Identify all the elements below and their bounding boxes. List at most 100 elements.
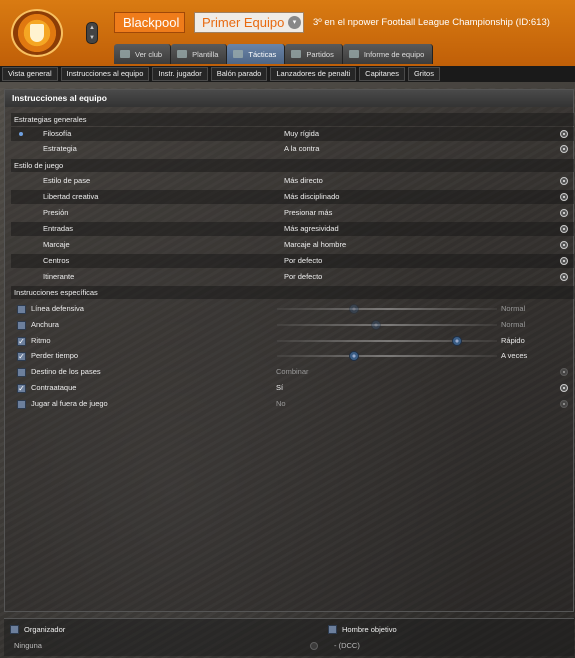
instruction-row-marcaje[interactable]: Marcaje Marcaje al hombre xyxy=(11,238,574,252)
row-label: Perder tiempo xyxy=(31,351,79,360)
subnav-vista-general[interactable]: Vista general xyxy=(2,67,58,81)
options-icon[interactable] xyxy=(560,273,568,281)
tab-informe-de-equipo[interactable]: Informe de equipo xyxy=(342,44,434,64)
row-value: Por defecto xyxy=(284,272,323,281)
instruction-row-entradas[interactable]: Entradas Más agresividad xyxy=(11,222,574,236)
checkbox[interactable] xyxy=(17,368,26,377)
report-icon xyxy=(348,50,359,58)
options-icon[interactable] xyxy=(560,209,568,217)
options-icon[interactable] xyxy=(560,384,568,392)
options-icon[interactable] xyxy=(560,257,568,265)
instruction-row-estilo-pase[interactable]: Estilo de pase Más directo xyxy=(11,174,574,188)
slider-knob[interactable] xyxy=(371,320,381,330)
tab-label: Ver club xyxy=(135,49,163,59)
instruction-row-libertad-creativa[interactable]: Libertad creativa Más disciplinado xyxy=(11,190,574,204)
checkbox[interactable] xyxy=(17,400,26,409)
slider-track[interactable] xyxy=(277,304,497,314)
row-value: Por defecto xyxy=(284,256,323,265)
options-icon[interactable] xyxy=(560,368,568,376)
target-man-value: - (DCC) xyxy=(334,641,360,650)
target-man-checkbox[interactable] xyxy=(328,625,337,634)
section-specific-instructions: Instrucciones específicas xyxy=(11,286,574,299)
instruction-row-presion[interactable]: Presión Presionar más xyxy=(11,206,574,220)
slider-knob[interactable] xyxy=(452,336,463,346)
checkbox[interactable]: ✓ xyxy=(17,337,26,346)
league-position-text: 3º en el npower Football League Champion… xyxy=(313,17,550,28)
row-label: Libertad creativa xyxy=(43,192,99,201)
slider-track[interactable] xyxy=(277,320,497,330)
row-label: Jugar al fuera de juego xyxy=(31,399,108,408)
tab-label: Partidos xyxy=(306,49,334,59)
club-stepper-icon[interactable]: ▲ ▼ xyxy=(86,22,98,44)
instruction-row-centros[interactable]: Centros Por defecto xyxy=(11,254,574,268)
organizer-options-icon[interactable] xyxy=(310,642,318,650)
tab-plantilla[interactable]: Plantilla xyxy=(171,44,228,64)
target-man-label: Hombre objetivo xyxy=(342,625,397,634)
tactics-subnav: Vista general Instrucciones al equipo In… xyxy=(0,66,575,82)
row-value: A la contra xyxy=(284,144,320,153)
option-row-destino-pases: Destino de los pases Combinar xyxy=(11,365,574,379)
options-icon[interactable] xyxy=(560,130,568,138)
row-value: Más agresividad xyxy=(284,224,339,233)
subnav-capitanes[interactable]: Capitanes xyxy=(359,67,405,81)
slider-track[interactable] xyxy=(277,351,497,361)
row-value: Más disciplinado xyxy=(284,192,340,201)
tactics-icon xyxy=(233,50,244,58)
organizer-value: Ninguna xyxy=(14,641,42,650)
row-label: Ritmo xyxy=(31,336,51,345)
slider-knob[interactable] xyxy=(349,351,359,361)
row-label: Anchura xyxy=(31,320,59,329)
dropdown-icon[interactable]: ▾ xyxy=(288,16,301,29)
section-playing-style: Estilo de juego xyxy=(11,159,574,172)
row-label: Estrategia xyxy=(43,144,77,153)
option-row-fuera-de-juego: Jugar al fuera de juego No xyxy=(11,397,574,411)
row-label: Marcaje xyxy=(43,240,70,249)
row-label: Presión xyxy=(43,208,69,217)
subnav-gritos[interactable]: Gritos xyxy=(407,67,440,81)
team-instructions-panel: Instrucciones al equipo Estrategias gene… xyxy=(4,89,574,612)
club-icon xyxy=(120,50,130,58)
instruction-row-filosofia[interactable]: Filosofía Muy rígida xyxy=(11,127,574,141)
instruction-row-itinerante[interactable]: Itinerante Por defecto xyxy=(11,270,574,284)
squad-icon xyxy=(177,50,188,58)
slider-row-anchura: Anchura Normal xyxy=(11,318,574,332)
calendar-icon xyxy=(291,50,302,58)
instruction-row-estrategia[interactable]: Estrategia A la contra xyxy=(11,142,574,156)
row-label: Itinerante xyxy=(43,272,75,281)
subnav-instrucciones-equipo[interactable]: Instrucciones al equipo xyxy=(60,67,150,81)
tab-ver-club[interactable]: Ver club xyxy=(114,44,172,64)
subnav-instr-jugador[interactable]: Instr. jugador xyxy=(152,67,208,81)
option-row-contraataque: ✓ Contraataque Sí xyxy=(11,381,574,395)
checkbox[interactable] xyxy=(17,321,26,330)
checkbox[interactable]: ✓ xyxy=(17,352,26,361)
slider-row-ritmo: ✓ Ritmo Rápido xyxy=(11,334,574,348)
options-icon[interactable] xyxy=(560,225,568,233)
row-label: Línea defensiva xyxy=(31,304,84,313)
row-value: Muy rígida xyxy=(284,129,320,138)
options-icon[interactable] xyxy=(560,241,568,249)
subnav-balon-parado[interactable]: Balón parado xyxy=(210,67,268,81)
team-selector[interactable]: Primer Equipo ▾ xyxy=(194,12,304,33)
main-nav-tabs: Ver club Plantilla Tácticas Partidos Inf… xyxy=(114,44,434,64)
row-label: Filosofía xyxy=(43,129,72,138)
slider-track[interactable] xyxy=(277,336,497,346)
row-value: Más directo xyxy=(284,176,323,185)
row-label: Destino de los pases xyxy=(31,367,101,376)
options-icon[interactable] xyxy=(560,193,568,201)
subnav-lanzadores-penalti[interactable]: Lanzadores de penalti xyxy=(270,67,357,81)
checkbox[interactable]: ✓ xyxy=(17,384,26,393)
club-name-button[interactable]: Blackpool xyxy=(114,12,185,33)
team-selector-label: Primer Equipo xyxy=(202,15,285,30)
options-icon[interactable] xyxy=(560,145,568,153)
row-label: Contraataque xyxy=(31,383,77,392)
slider-value: Normal xyxy=(501,320,526,329)
tab-label: Plantilla xyxy=(192,49,219,59)
organizer-checkbox[interactable] xyxy=(10,625,19,634)
tab-label: Tácticas xyxy=(248,49,277,59)
slider-knob[interactable] xyxy=(349,304,359,314)
tab-tacticas[interactable]: Tácticas xyxy=(227,44,286,64)
options-icon[interactable] xyxy=(560,177,568,185)
checkbox[interactable] xyxy=(17,305,26,314)
tab-partidos[interactable]: Partidos xyxy=(285,44,343,64)
options-icon[interactable] xyxy=(560,400,568,408)
